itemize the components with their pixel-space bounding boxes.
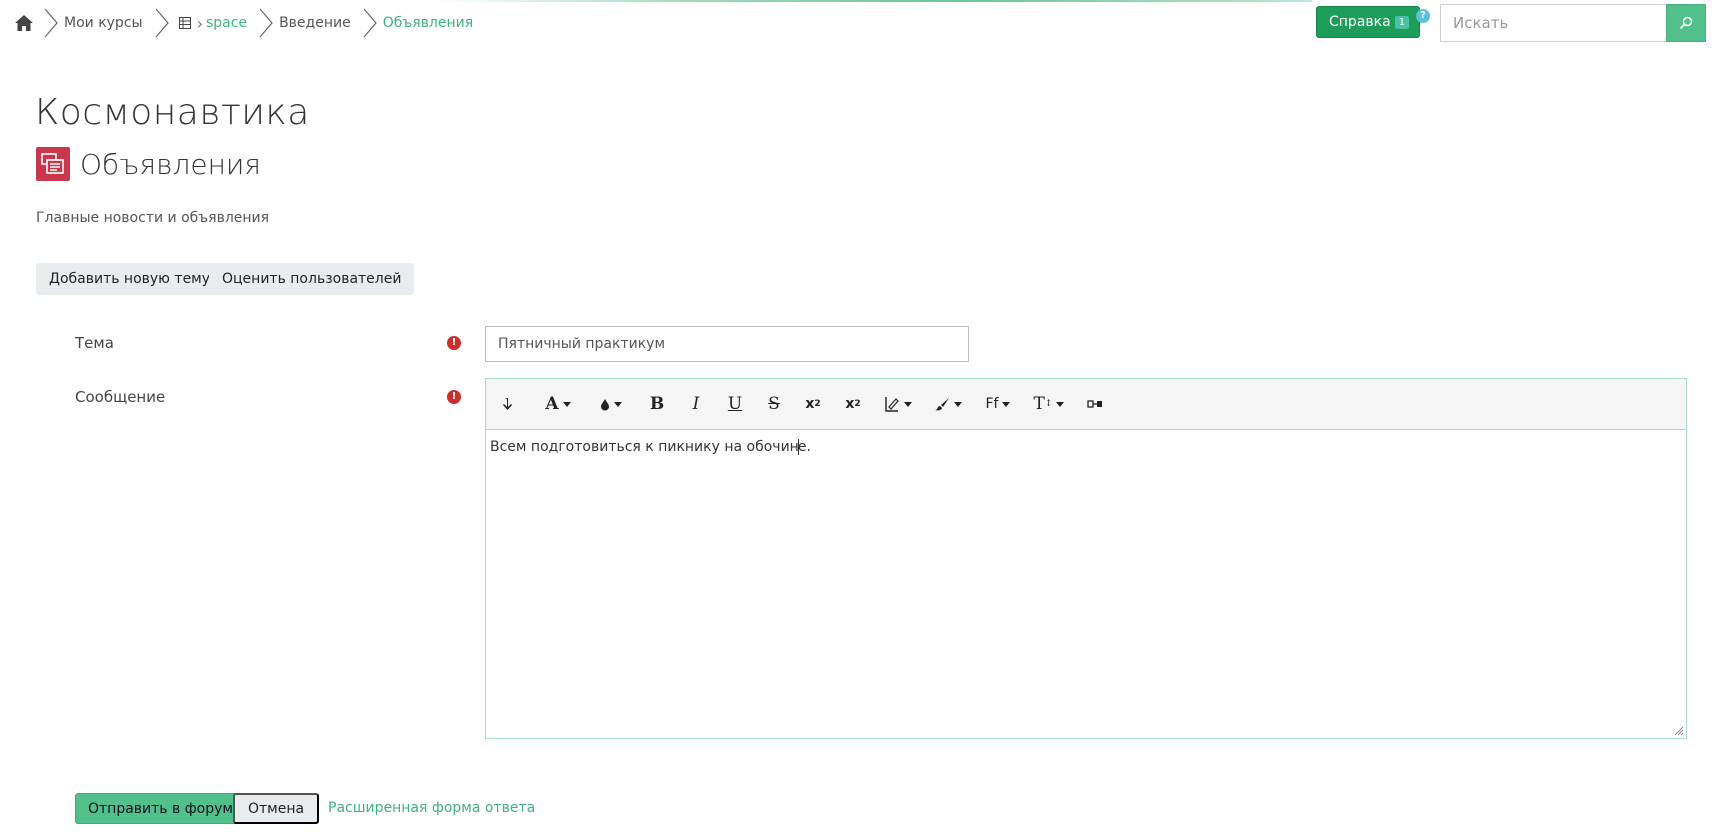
required-icon: ! [447,336,461,350]
breadcrumb-space[interactable]: space [206,15,247,31]
search-icon [1679,16,1693,30]
align-icon[interactable] [876,389,920,419]
search-bar [1440,4,1706,42]
breadcrumb-separator-icon [44,8,58,38]
message-text-after-cursor: е. [797,439,811,455]
collapse-icon[interactable] [494,389,522,419]
forum-description: Главные новости и объявления [36,210,270,226]
help-label: Справка [1329,14,1391,30]
subscript-icon[interactable]: x2 [796,389,830,419]
breadcrumb-separator-icon [155,8,169,38]
search-button[interactable] [1666,4,1706,42]
loading-bar [432,0,1312,2]
font-family-icon[interactable]: Ff [976,389,1020,419]
message-editor: A B I U S x2 x2 Ff T ↕ Всем подготовиться… [485,378,1687,739]
font-size-icon[interactable]: T ↕ [1026,389,1072,419]
forum-header: Объявления [36,147,261,181]
bold-icon[interactable]: B [640,389,674,419]
breadcrumb-my-courses[interactable]: Мои курсы [64,15,143,31]
editor-toolbar: A B I U S x2 x2 Ff T ↕ [486,379,1686,430]
italic-icon[interactable]: I [680,389,712,419]
underline-icon[interactable]: U [718,389,752,419]
breadcrumb: Мои курсы › space Введение Объявления [14,8,481,38]
chevron-right-icon: › [196,13,203,33]
message-label: Сообщение [75,388,166,406]
message-textarea[interactable]: Всем подготовиться к пикнику на обочине. [486,430,1686,738]
superscript-icon[interactable]: x2 [836,389,870,419]
breadcrumb-separator-icon [363,8,377,38]
help-badge: 1 [1394,15,1410,29]
home-icon[interactable] [14,13,34,33]
subject-label: Тема [75,334,114,352]
background-color-icon[interactable] [588,389,634,419]
subject-input[interactable]: Пятничный практикум [485,326,969,362]
html-code-icon[interactable] [1078,389,1112,419]
search-input[interactable] [1440,4,1666,42]
cancel-button[interactable]: Отмена [233,793,320,824]
table-icon [178,17,191,29]
submit-to-forum-button[interactable]: Отправить в форум [75,793,246,824]
message-text-before-cursor: Всем подготовиться к пикнику на обочин [490,439,799,455]
forum-title: Объявления [80,147,261,181]
help-button[interactable]: Справка 1 [1316,6,1421,38]
question-icon[interactable]: ? [1416,9,1430,23]
rate-users-button[interactable]: Оценить пользователей [209,263,415,295]
strikethrough-icon[interactable]: S [758,389,790,419]
resize-handle-icon[interactable] [1674,726,1684,736]
add-new-topic-button[interactable]: Добавить новую тему [36,263,224,295]
breadcrumb-introduction[interactable]: Введение [279,15,351,31]
paint-brush-icon[interactable] [926,389,970,419]
font-color-icon[interactable]: A [534,389,582,419]
breadcrumb-announcements[interactable]: Объявления [383,15,473,31]
advanced-reply-form-link[interactable]: Расширенная форма ответа [328,800,535,816]
breadcrumb-separator-icon [259,8,273,38]
forum-icon [36,147,70,181]
required-icon: ! [447,390,461,404]
course-title: Космонавтика [35,92,310,133]
